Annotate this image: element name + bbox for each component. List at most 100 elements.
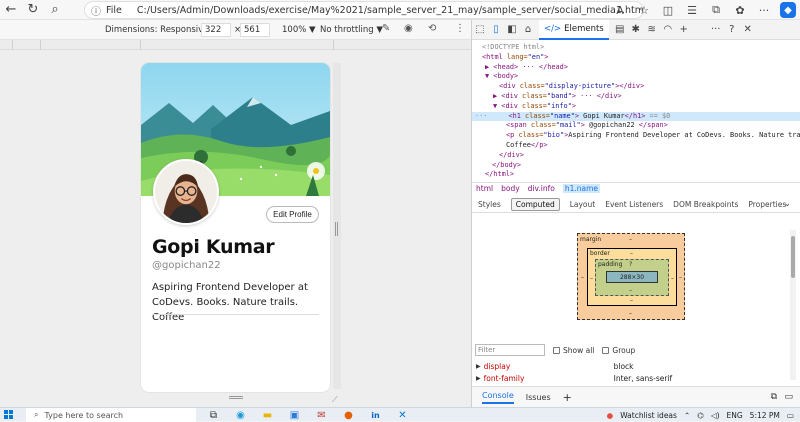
help-icon[interactable]: ? <box>724 20 740 40</box>
close-drawer-icon[interactable]: ▭ <box>784 392 793 402</box>
sensor-icon[interactable]: ✎ <box>382 23 390 34</box>
inspect-icon[interactable]: ⬚ <box>472 20 488 40</box>
dom-line[interactable]: </html> <box>472 170 800 180</box>
store-icon[interactable]: ▣ <box>281 408 308 422</box>
favorite-icon[interactable]: ☆ <box>632 0 656 20</box>
watchlist-label[interactable]: Watchlist ideas <box>620 411 677 420</box>
tab-computed[interactable]: Computed <box>510 197 560 211</box>
dom-line[interactable]: ▶ <head> ··· </head> <box>472 63 800 73</box>
breadcrumb-html[interactable]: html <box>476 184 493 193</box>
dom-line[interactable]: </body> <box>472 161 800 171</box>
group-checkbox[interactable] <box>602 346 610 354</box>
copilot-icon[interactable]: ◆ <box>776 0 800 20</box>
rotate-icon[interactable]: ⟲ <box>428 23 436 34</box>
show-all-checkbox[interactable] <box>553 346 560 354</box>
tab-styles[interactable]: Styles <box>478 200 501 209</box>
tab-elements[interactable]: </> Elements <box>539 19 609 40</box>
dom-line[interactable]: ▶ <div class="band"> ··· </div> <box>472 92 800 102</box>
tab-layout[interactable]: Layout <box>570 200 596 209</box>
add-drawer-tab-icon[interactable]: + <box>563 391 572 404</box>
edge-icon[interactable]: ◉ <box>227 408 254 422</box>
drawer-tab-issues[interactable]: Issues <box>526 393 551 402</box>
file-label: File <box>106 4 122 16</box>
notification-icon[interactable]: ▭ <box>787 411 794 420</box>
tab-event-listeners[interactable]: Event Listeners <box>605 200 663 209</box>
watchlist-icon[interactable]: ● <box>607 411 614 420</box>
dock-icon[interactable]: ◧ <box>504 20 520 40</box>
zoom-dropdown[interactable]: 100% ▼ <box>282 25 316 35</box>
dom-line[interactable]: ▼ <div class="info"> <box>472 102 800 112</box>
vscode-icon[interactable]: ✕ <box>389 408 416 422</box>
dom-line[interactable]: <p class="bio">Aspiring Frontend Develop… <box>472 131 800 141</box>
resize-corner-icon[interactable]: ⟋ <box>332 395 338 405</box>
scrollbar-thumb[interactable] <box>791 236 795 278</box>
tray-overflow-icon[interactable]: ⌃ <box>684 411 690 420</box>
avatar <box>153 159 219 225</box>
collections-icon[interactable]: ⧉ <box>704 0 728 20</box>
dom-line[interactable]: ▼ <body> <box>472 72 800 82</box>
tab-properties[interactable]: Properties <box>748 200 786 209</box>
taskbar-search[interactable]: ⌕ Type here to search <box>26 408 196 422</box>
filter-input[interactable]: Filter <box>475 344 545 356</box>
refresh-icon[interactable]: ↻ <box>22 0 44 20</box>
address-bar[interactable]: ⓘ File C:/Users/Admin/Downloads/exercise… <box>84 1 644 19</box>
favorites-bar-icon[interactable]: ☰ <box>680 0 704 20</box>
performance-icon[interactable]: ◠ <box>660 20 676 40</box>
task-view-icon[interactable]: ⧉ <box>200 408 227 422</box>
eye-icon[interactable]: ◉ <box>404 23 413 34</box>
add-tab-icon[interactable]: + <box>676 20 692 40</box>
computed-property-font-family[interactable]: ▶ font-family Inter, sans-serif <box>476 374 791 385</box>
dom-line-selected[interactable]: ··· <h1 class="name"> Gopi Kumar</h1> == … <box>472 111 800 122</box>
close-devtools-icon[interactable]: ✕ <box>740 20 756 40</box>
expand-arrow-icon[interactable]: ▶ <box>476 363 481 373</box>
sources-icon[interactable]: ✱ <box>628 20 644 40</box>
dom-line[interactable]: <span class="mail"> @gopichan22 </span> <box>472 121 800 131</box>
read-aloud-icon[interactable]: A <box>608 0 632 20</box>
file-explorer-icon[interactable]: ▬ <box>254 408 281 422</box>
throttle-dropdown[interactable]: No throttling ▼ <box>320 25 383 35</box>
network-icon[interactable]: ≋ <box>644 20 660 40</box>
windows-taskbar: ⌕ Type here to search ⧉ ◉ ▬ ▣ ✉ ● in ✕ ●… <box>0 407 800 422</box>
search-icon[interactable]: ⌕ <box>44 0 66 20</box>
chevron-down-icon[interactable]: ⌄ <box>783 199 791 209</box>
drawer-tab-console[interactable]: Console <box>482 391 514 404</box>
network-tray-icon[interactable]: ⌬ <box>697 411 704 420</box>
lang-indicator[interactable]: ENG <box>727 411 743 420</box>
welcome-icon[interactable]: ⌂ <box>520 20 536 40</box>
devtools-more-icon[interactable]: ··· <box>708 20 724 40</box>
computed-property-display[interactable]: ▶ display block <box>476 362 791 373</box>
breadcrumb-div-info[interactable]: div.info <box>528 184 555 193</box>
console-icon[interactable]: ▤ <box>612 20 628 40</box>
dom-line[interactable]: Coffee</p> <box>472 141 800 151</box>
back-icon[interactable]: ← <box>0 0 22 20</box>
expand-arrow-icon[interactable]: ▶ <box>476 375 481 385</box>
resize-handle-right[interactable] <box>335 222 338 236</box>
breadcrumb-h1-name[interactable]: h1.name <box>562 184 600 193</box>
browser-toolbar: ← ↻ ⌕ ⓘ File C:/Users/Admin/Downloads/ex… <box>0 0 800 20</box>
breadcrumb-body[interactable]: body <box>501 184 520 193</box>
dock-drawer-icon[interactable]: ⧉ <box>771 392 777 402</box>
dom-line[interactable]: <div class="display-picture"></div> <box>472 82 800 92</box>
width-input[interactable]: 322 <box>201 23 231 37</box>
more-icon[interactable]: ··· <box>752 0 776 20</box>
device-more-icon[interactable]: ⋮ <box>455 23 465 34</box>
height-input[interactable]: 561 <box>240 23 270 37</box>
split-screen-icon[interactable]: ◫ <box>656 0 680 20</box>
resize-handle-bottom[interactable] <box>229 396 243 399</box>
linkedin-icon[interactable]: in <box>362 408 389 422</box>
mail-icon[interactable]: ✉ <box>308 408 335 422</box>
clock[interactable]: 5:12 PM <box>750 411 780 420</box>
dimensions-label: Dimensions: Responsive <box>105 25 209 35</box>
edit-profile-button[interactable]: Edit Profile <box>266 206 319 223</box>
windows-start-icon[interactable] <box>4 410 14 420</box>
extensions-icon[interactable]: ✿ <box>728 0 752 20</box>
computed-scrollbar[interactable] <box>790 230 796 380</box>
volume-icon[interactable]: ◁) <box>711 411 720 420</box>
dom-line[interactable]: <!DOCTYPE html> <box>472 43 800 53</box>
firefox-icon[interactable]: ● <box>335 408 362 422</box>
device-emulation-icon[interactable]: ▯ <box>488 20 504 40</box>
dom-line[interactable]: <html lang="en"> <box>472 53 800 63</box>
dom-line[interactable]: </div> <box>472 151 800 161</box>
tab-dom-breakpoints[interactable]: DOM Breakpoints <box>673 200 738 209</box>
dom-tree[interactable]: <!DOCTYPE html> <html lang="en"> ▶ <head… <box>472 40 800 200</box>
